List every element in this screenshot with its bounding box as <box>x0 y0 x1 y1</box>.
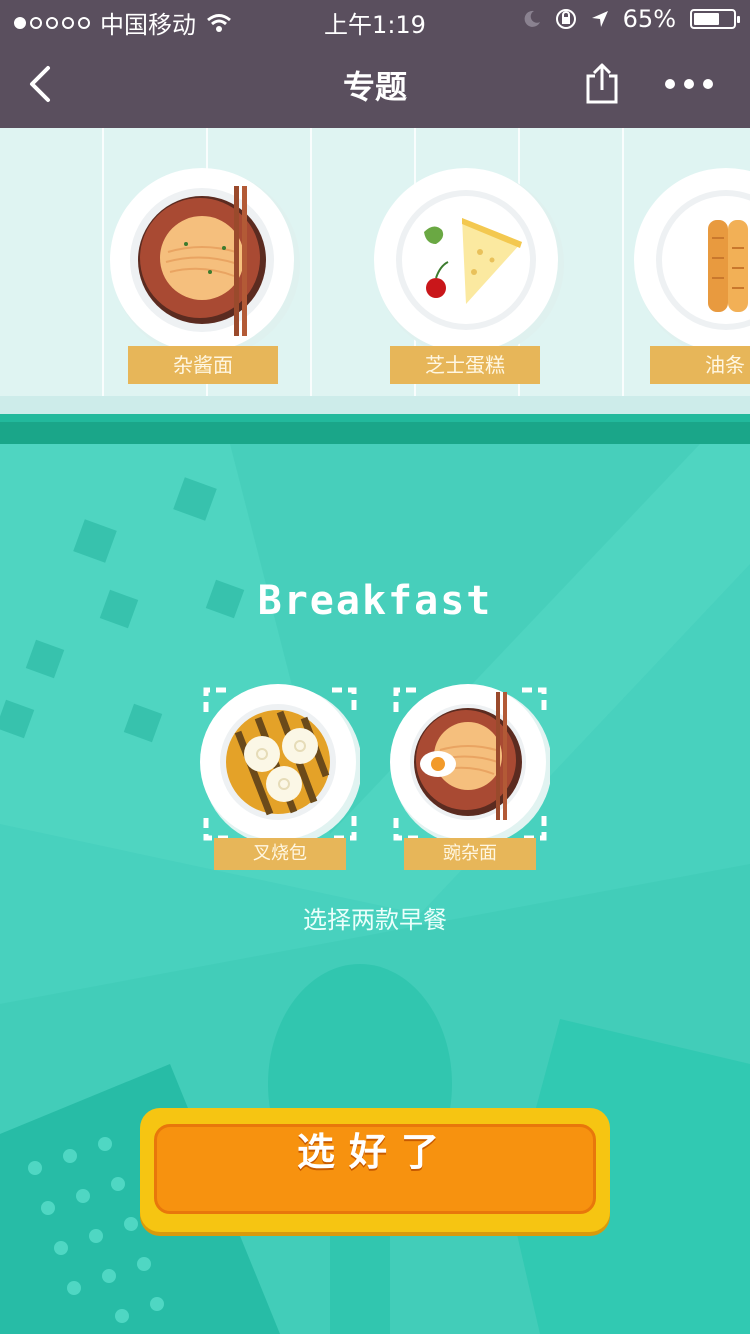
selected-item-label: 豌杂面 <box>404 838 536 874</box>
selected-item-wanza-noodle[interactable]: 豌杂面 <box>390 684 550 874</box>
selected-item-label: 叉烧包 <box>214 838 346 874</box>
carousel-item-label: 油条 <box>650 346 750 384</box>
carousel-item-youtiao[interactable]: 油条 <box>630 168 750 392</box>
page-title: 专题 <box>342 68 407 106</box>
breakfast-heading: Breakfast <box>257 578 493 624</box>
noodle-egg-plate-icon <box>390 684 550 844</box>
moon-icon <box>524 10 540 27</box>
carousel-item-label: 芝士蛋糕 <box>390 346 540 384</box>
battery-icon <box>690 9 740 29</box>
share-icon[interactable] <box>584 62 620 106</box>
cheesecake-plate-icon <box>374 168 564 358</box>
selection-hint: 选择两款早餐 <box>303 906 447 934</box>
carousel-item-cheesecake[interactable]: 芝士蛋糕 <box>370 168 570 392</box>
orientation-lock-icon <box>555 9 576 29</box>
food-carousel[interactable]: 杂酱面 芝士蛋糕 油条 <box>0 128 750 416</box>
selection-area: Breakfast 叉烧包 豌杂面 选择两款早餐 选好了 <box>0 444 750 1334</box>
carousel-item-zajiang-noodle[interactable]: 杂酱面 <box>106 168 306 392</box>
confirm-selection-button[interactable]: 选好了 <box>140 1108 610 1232</box>
battery-percentage: 65% <box>622 5 676 33</box>
more-options-icon[interactable] <box>664 74 714 94</box>
youtiao-plate-icon <box>634 168 750 358</box>
bao-plate-icon <box>200 684 360 844</box>
navigation-bar: 专题 <box>0 40 750 128</box>
status-bar: 中国移动 上午1:19 65% <box>0 0 750 40</box>
noodle-plate-icon <box>110 168 300 358</box>
confirm-button-label: 选好了 <box>296 1130 453 1174</box>
divider-band <box>0 414 750 444</box>
selected-item-char-siu-bao[interactable]: 叉烧包 <box>200 684 360 874</box>
location-arrow-icon <box>591 11 608 27</box>
carousel-item-label: 杂酱面 <box>128 346 278 384</box>
